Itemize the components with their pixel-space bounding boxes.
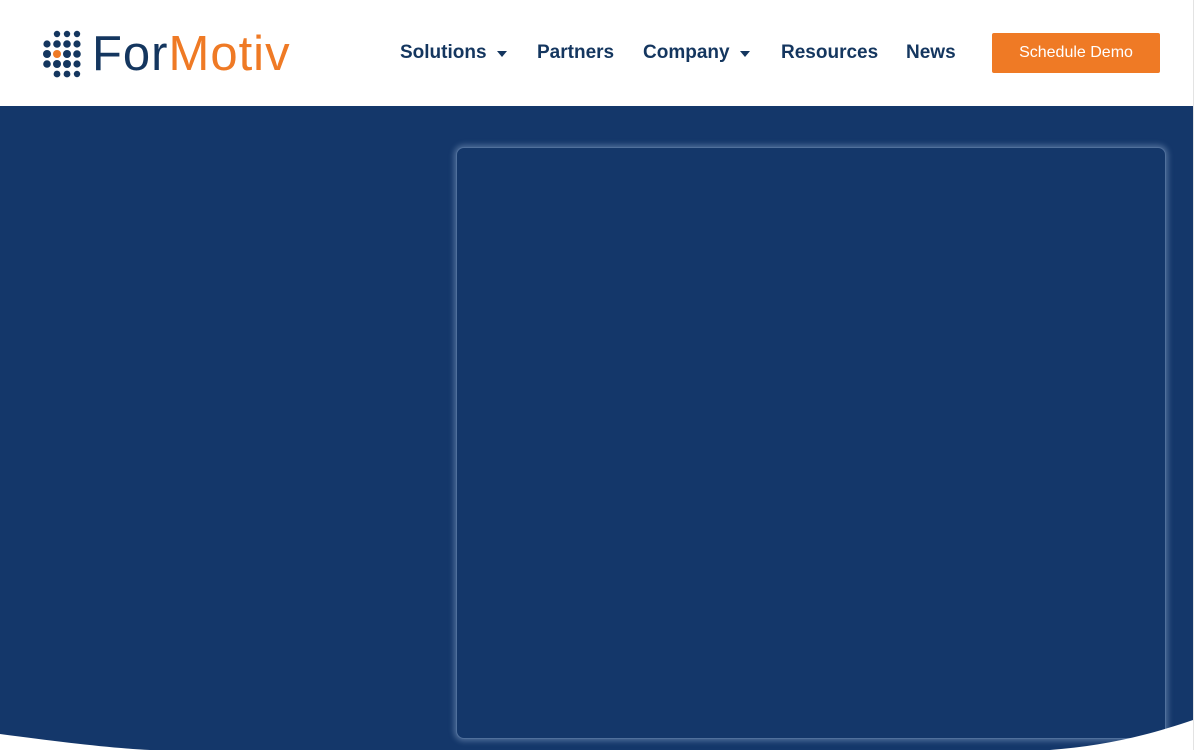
hero-section (0, 106, 1193, 750)
logo-wordmark: ForMotiv (92, 28, 291, 80)
hero-media-frame[interactable] (456, 147, 1166, 739)
caret-down-icon (496, 50, 507, 57)
nav-item-company[interactable]: Company (643, 33, 750, 73)
schedule-demo-button[interactable]: Schedule Demo (992, 33, 1160, 73)
nav-label-partners: Partners (537, 42, 615, 63)
dot-grid-logo-icon (43, 30, 81, 78)
site-header: ForMotiv Solutions Partners Company Reso… (0, 0, 1200, 106)
hero-bottom-curve (0, 720, 1193, 750)
nav-item-news[interactable]: News (906, 33, 956, 73)
logo-text-motiv: Motiv (168, 27, 291, 81)
nav-label-resources: Resources (781, 42, 879, 63)
nav-item-solutions[interactable]: Solutions (400, 33, 507, 73)
caret-down-icon (739, 50, 750, 57)
logo-text-for: For (92, 27, 169, 81)
page-scrollbar[interactable] (1193, 0, 1200, 750)
nav-label-news: News (906, 42, 956, 63)
nav-item-partners[interactable]: Partners (537, 33, 614, 73)
nav-label-company: Company (643, 42, 730, 63)
nav-item-resources[interactable]: Resources (781, 33, 878, 73)
nav-label-solutions: Solutions (400, 42, 487, 63)
formotiv-logo[interactable]: ForMotiv (40, 28, 310, 80)
